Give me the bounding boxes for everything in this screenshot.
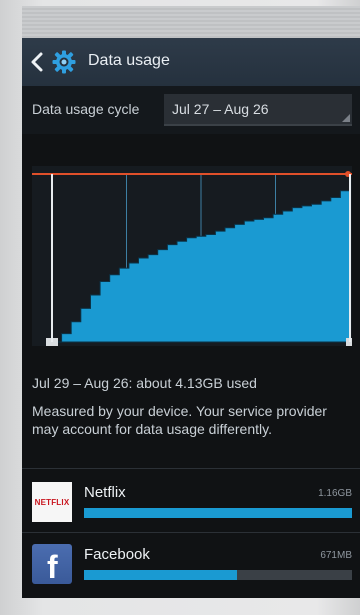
app-usage-bar-fill — [84, 570, 237, 580]
app-name: Facebook — [84, 546, 150, 563]
app-row-netflix[interactable]: NETFLIX Netflix 1.16GB — [22, 472, 360, 532]
netflix-icon: NETFLIX — [32, 482, 72, 522]
divider — [22, 532, 360, 533]
facebook-icon: f — [32, 544, 72, 584]
app-usage-bar — [84, 508, 352, 518]
back-icon[interactable] — [30, 51, 44, 73]
app-usage-bar-fill — [84, 508, 352, 518]
cycle-dropdown-value: Jul 27 – Aug 26 — [172, 101, 269, 117]
data-usage-chart[interactable] — [32, 166, 352, 346]
app-row-facebook[interactable]: f Facebook 671MB — [22, 534, 360, 594]
app-name: Netflix — [84, 484, 126, 501]
phone-screen: Data usage Data usage cycle Jul 27 – Aug… — [22, 6, 360, 598]
data-usage-cycle-row: Data usage cycle Jul 27 – Aug 26 — [22, 86, 360, 134]
page-title: Data usage — [88, 52, 170, 69]
data-usage-cycle-label: Data usage cycle — [32, 101, 140, 117]
facebook-logo-glyph: f — [47, 549, 58, 584]
cycle-dropdown[interactable]: Jul 27 – Aug 26 — [164, 94, 352, 126]
usage-disclaimer: Measured by your device. Your service pr… — [32, 403, 327, 437]
gear-icon[interactable] — [52, 50, 76, 74]
app-usage-bar — [84, 570, 352, 580]
app-size: 671MB — [320, 550, 352, 561]
status-bar — [22, 6, 360, 38]
dropdown-indicator-icon — [342, 114, 350, 122]
usage-range-summary: Jul 29 – Aug 26: about 4.13GB used — [32, 375, 257, 391]
app-size: 1.16GB — [318, 488, 352, 499]
action-bar: Data usage — [22, 38, 360, 87]
divider — [22, 468, 360, 469]
usage-chart-svg — [32, 166, 352, 346]
